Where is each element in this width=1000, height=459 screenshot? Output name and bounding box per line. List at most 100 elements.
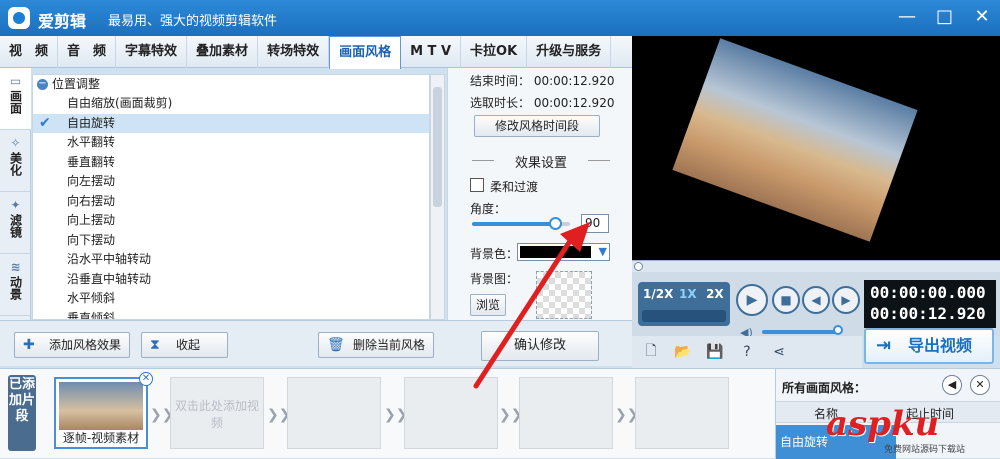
- delete-style-label: 删除当前风格: [353, 338, 426, 352]
- tab-audio[interactable]: 音 频: [58, 36, 117, 68]
- share-icon[interactable]: ⋖: [770, 344, 788, 360]
- stop-icon[interactable]: ■: [772, 286, 800, 314]
- effect-settings-title: 效果设置: [466, 152, 616, 171]
- list-item[interactable]: 自由缩放(画面裁剪): [33, 94, 429, 114]
- collapse-icon: ⧗: [150, 337, 160, 353]
- title-bar: 爱剪辑 最易用、强大的视频剪辑软件 — □ ✕: [0, 0, 1000, 36]
- dropdown-arrow-icon: ▼: [598, 245, 607, 258]
- export-video-button[interactable]: ⇥ 导出视频: [864, 328, 994, 364]
- empty-clip-slot[interactable]: 双击此处添加视频: [170, 377, 264, 449]
- list-group-position[interactable]: − 位置调整: [33, 75, 429, 94]
- checkmark-icon: ✔: [39, 114, 51, 131]
- angle-input[interactable]: 90: [581, 214, 609, 233]
- watermark-caption: 免费网站源码下载站: [884, 445, 966, 455]
- style-list: − 位置调整 自由缩放(画面裁剪) ✔ 自由旋转 水平翻转 垂直翻转 向左摆动 …: [32, 74, 430, 320]
- speed-selector: 1/2X 1X 2X: [638, 282, 730, 326]
- speed-half[interactable]: 1/2X: [643, 287, 673, 301]
- new-file-icon[interactable]: 🗋: [642, 340, 660, 364]
- empty-clip-slot[interactable]: [287, 377, 381, 449]
- tab-karaoke[interactable]: 卡拉OK: [461, 36, 528, 68]
- browse-button[interactable]: 浏览: [470, 294, 506, 316]
- list-item-selected[interactable]: ✔ 自由旋转: [33, 113, 429, 133]
- angle-slider[interactable]: [472, 217, 570, 230]
- clip-timeline: 已添加片段 逐帧-视频素材 ✕ ❯❯ 双击此处添加视频 ❯❯ ❯❯ ❯❯ ❯❯: [0, 368, 775, 458]
- tab-upgrade[interactable]: 升级与服务: [527, 36, 612, 68]
- play-icon[interactable]: ▶: [736, 284, 768, 316]
- tab-overlay[interactable]: 叠加素材: [187, 36, 259, 68]
- clip-thumbnail[interactable]: 逐帧-视频素材 ✕: [54, 372, 153, 449]
- trash-icon: 🗑: [327, 337, 345, 353]
- open-folder-icon[interactable]: 📂: [674, 344, 692, 360]
- empty-clip-slot[interactable]: [635, 377, 729, 449]
- minimize-icon[interactable]: —: [898, 6, 916, 28]
- list-item[interactable]: 沿垂直中轴转动: [33, 270, 429, 290]
- tab-picture-style[interactable]: 画面风格: [329, 36, 402, 69]
- side-tab-motion[interactable]: ≋ 动景: [0, 254, 31, 316]
- end-time-value: 00:00:12.920: [533, 74, 615, 88]
- list-item[interactable]: 向右摆动: [33, 192, 429, 212]
- wand-icon: ✦: [10, 198, 21, 212]
- remove-clip-icon[interactable]: ✕: [139, 372, 153, 386]
- side-tabs: ▭ 画面 ✧ 美化 ✦ 滤镜 ≋ 动景: [0, 68, 31, 320]
- volume-handle[interactable]: [833, 325, 843, 335]
- back-icon[interactable]: ◀: [942, 375, 962, 395]
- list-item[interactable]: 向上摆动: [33, 211, 429, 231]
- list-item[interactable]: 垂直倾斜: [33, 309, 429, 320]
- angle-slider-handle[interactable]: [549, 217, 563, 230]
- list-item[interactable]: 向左摆动: [33, 172, 429, 192]
- remove-icon[interactable]: ✕: [970, 375, 990, 395]
- speed-normal[interactable]: 1X: [679, 287, 697, 301]
- delete-style-button[interactable]: 🗑 删除当前风格: [318, 332, 435, 358]
- speed-double[interactable]: 2X: [706, 287, 724, 301]
- bg-image-label: 背景图：: [470, 272, 519, 286]
- duration-label: 选取时长：: [470, 96, 531, 110]
- list-scrollbar[interactable]: [430, 74, 445, 320]
- side-tab-label: 画面: [8, 90, 23, 114]
- window-controls: — □ ✕: [898, 6, 990, 28]
- collapse-button[interactable]: ⧗ 收起: [141, 332, 228, 358]
- close-icon[interactable]: ✕: [974, 6, 990, 28]
- scrollbar-thumb[interactable]: [433, 87, 442, 207]
- wave-icon: ≋: [10, 260, 21, 274]
- time-display: 00:00:00.000 00:00:12.920: [864, 280, 996, 328]
- save-icon[interactable]: 💾: [706, 344, 724, 360]
- smooth-transition-checkbox[interactable]: [470, 178, 484, 192]
- modify-time-button[interactable]: 修改风格时间段: [474, 115, 600, 137]
- smooth-transition-label: 柔和过渡: [490, 180, 539, 194]
- collapse-label: 收起: [176, 338, 201, 352]
- tab-video[interactable]: 视 频: [0, 36, 59, 68]
- tab-mtv[interactable]: M T V: [401, 36, 462, 68]
- list-item[interactable]: 向下摆动: [33, 231, 429, 251]
- volume-slider[interactable]: [762, 330, 838, 334]
- file-icon-bar: 🗋 📂 💾 ? ⋖: [632, 336, 862, 368]
- list-item[interactable]: 水平倾斜: [33, 289, 429, 309]
- tab-subtitles[interactable]: 字幕特效: [116, 36, 188, 68]
- watermark-logo: aspku: [826, 404, 940, 444]
- bg-color-picker[interactable]: ▼: [517, 243, 610, 261]
- tab-transitions[interactable]: 转场特效: [258, 36, 330, 68]
- list-item[interactable]: 水平翻转: [33, 133, 429, 153]
- side-tab-picture[interactable]: ▭ 画面: [0, 68, 31, 130]
- maximize-icon[interactable]: □: [936, 6, 953, 28]
- confirm-button[interactable]: 确认修改: [481, 331, 599, 361]
- prev-frame-icon[interactable]: ◀: [802, 286, 830, 314]
- editor-toolbar: ✚ 添加风格效果 ⧗ 收起 🗑 删除当前风格 确认修改: [0, 320, 632, 366]
- progress-handle[interactable]: [634, 262, 643, 271]
- side-tab-filter[interactable]: ✦ 滤镜: [0, 192, 31, 254]
- list-item[interactable]: 垂直翻转: [33, 153, 429, 173]
- side-tab-beautify[interactable]: ✧ 美化: [0, 130, 31, 192]
- empty-clip-slot[interactable]: [519, 377, 613, 449]
- collapse-minus-icon[interactable]: −: [37, 79, 48, 90]
- list-item-label: 自由旋转: [67, 115, 116, 130]
- step-slider[interactable]: [642, 310, 726, 322]
- total-time: 00:00:12.920: [870, 304, 986, 323]
- add-effect-button[interactable]: ✚ 添加风格效果: [14, 332, 131, 358]
- playback-progress-bar[interactable]: [632, 260, 1000, 272]
- help-icon[interactable]: ?: [738, 344, 756, 360]
- bg-color-label: 背景色：: [470, 247, 519, 261]
- empty-clip-slot[interactable]: [404, 377, 498, 449]
- next-frame-icon[interactable]: ▶: [832, 286, 860, 314]
- export-icon: ⇥: [876, 335, 892, 356]
- main-tabs: 视 频 音 频 字幕特效 叠加素材 转场特效 画面风格 M T V 卡拉OK 升…: [0, 36, 632, 69]
- list-item[interactable]: 沿水平中轴转动: [33, 250, 429, 270]
